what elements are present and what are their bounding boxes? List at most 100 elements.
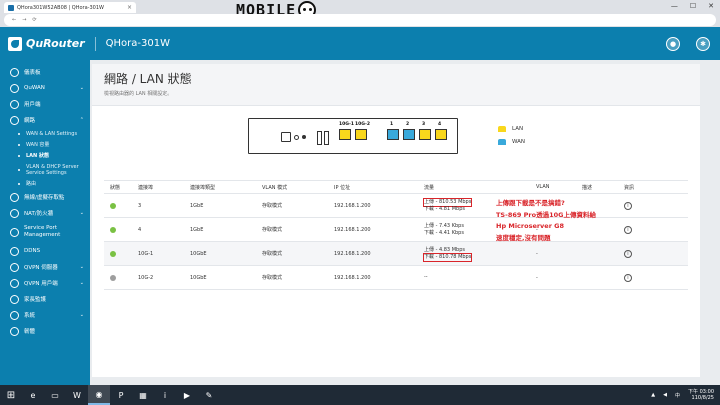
upload-rate: 上傳 - 4.83 Mbps xyxy=(424,246,465,253)
sidebar-subitem-label: LAN 狀態 xyxy=(26,153,49,159)
port-2[interactable] xyxy=(403,129,415,140)
sidebar-item-nat-firewall[interactable]: NAT/防火牆 ⌄ xyxy=(0,205,90,221)
sidebar-subitem-wan-capacity[interactable]: WAN 容量 xyxy=(0,139,90,150)
legend-label: LAN xyxy=(512,126,524,132)
port-10g2[interactable] xyxy=(355,129,367,140)
page-header: 網路 / LAN 狀態 檢視路由器的 LAN 相關設定。 xyxy=(92,64,700,106)
sidebar-subitem-routing[interactable]: 路由 xyxy=(0,178,90,189)
sidebar-item-system[interactable]: 系統 ⌄ xyxy=(0,307,90,323)
sidebar-item-dashboard[interactable]: 儀表板 xyxy=(0,64,90,80)
port-4[interactable] xyxy=(435,129,447,140)
sidebar-item-parental[interactable]: 家長監護 xyxy=(0,291,90,307)
red-annotation: 上傳跟下載是不是搞錯? TS-869 Pro透過10G上傳資料給 Hp Micr… xyxy=(496,198,596,244)
explorer-icon[interactable]: ▭ xyxy=(44,385,66,405)
network-icon[interactable]: ▲ xyxy=(651,392,655,398)
wifi-icon xyxy=(10,192,19,202)
system-tray: ▲ ◀ 中 下午 03:00 110/8/25 xyxy=(651,389,720,401)
header-divider xyxy=(94,36,96,51)
sidebar-item-label: 網路 xyxy=(24,118,36,124)
tab-close-icon[interactable]: × xyxy=(127,4,132,11)
sidebar-item-quwan[interactable]: QuWAN ⌄ xyxy=(0,80,90,96)
clock[interactable]: 下午 03:00 110/8/25 xyxy=(688,389,714,401)
col-status: 狀態 xyxy=(110,184,121,191)
sidebar-item-qvpn-client[interactable]: QVPN 用戶端 ⌄ xyxy=(0,275,90,291)
legend-lan: LAN xyxy=(498,126,525,132)
address-bar[interactable]: ← → ⟳ xyxy=(4,14,716,26)
port-label-10g2: 10G-2 xyxy=(355,122,370,127)
chrome-icon[interactable]: ◉ xyxy=(88,385,110,405)
back-icon[interactable]: ← xyxy=(12,17,16,23)
col-description: 描述 xyxy=(582,184,593,191)
sidebar-subitem-vlan-dhcp[interactable]: VLAN & DHCP Server Service Settings xyxy=(0,161,90,178)
port-3[interactable] xyxy=(419,129,431,140)
start-button[interactable]: ⊞ xyxy=(0,385,22,405)
sidebar-item-network[interactable]: 網路 ⌃ xyxy=(0,112,90,128)
power-port-icon xyxy=(281,132,291,142)
sidebar-item-ddns[interactable]: DDNS xyxy=(0,243,90,259)
qurouter-logo-icon xyxy=(8,36,22,51)
status-dot-icon xyxy=(110,226,116,233)
info-icon[interactable]: i xyxy=(624,249,632,258)
sidebar-item-clients[interactable]: 用戶端 xyxy=(0,96,90,112)
paint-icon[interactable]: ✎ xyxy=(198,385,220,405)
app-icon[interactable]: ▦ xyxy=(132,385,154,405)
forward-icon[interactable]: → xyxy=(22,17,26,23)
header-actions: ● ✱ xyxy=(666,36,710,51)
ilo-icon[interactable]: i xyxy=(154,385,176,405)
upload-rate: 上傳 - 7.43 Kbps xyxy=(424,222,464,229)
legend-label: WAN xyxy=(512,139,526,145)
sidebar-item-service-port[interactable]: Service Port Management xyxy=(0,221,90,243)
lan-swatch-icon xyxy=(498,126,506,132)
sidebar-item-qvpn-server[interactable]: QVPN 伺服器 ⌄ xyxy=(0,259,90,275)
chevron-down-icon: ⌄ xyxy=(79,85,84,91)
volume-icon[interactable]: ◀ xyxy=(663,392,667,398)
page-subtitle: 檢視路由器的 LAN 相關設定。 xyxy=(104,91,173,97)
brand-logo[interactable]: QuRouter xyxy=(8,36,85,51)
usb-port-icon xyxy=(317,131,322,145)
sidebar: 儀表板 QuWAN ⌄ 用戶端 網路 ⌃ WAN & LAN Settings … xyxy=(0,60,90,385)
user-icon[interactable]: ● xyxy=(666,36,680,51)
clients-icon xyxy=(10,99,19,109)
sidebar-item-label: Service Port Management xyxy=(24,225,61,238)
input-language[interactable]: 中 xyxy=(675,392,680,399)
media-icon[interactable]: ▶ xyxy=(176,385,198,405)
info-icon[interactable]: i xyxy=(624,225,632,234)
sidebar-item-firmware[interactable]: 韌體 xyxy=(0,323,90,339)
col-ip: IP 位址 xyxy=(334,184,351,191)
status-cell xyxy=(104,202,138,209)
vpn-server-icon xyxy=(10,262,19,272)
word-icon[interactable]: W xyxy=(66,385,88,405)
col-vlan: VLAN xyxy=(536,184,550,190)
sidebar-item-label: QVPN 伺服器 xyxy=(24,265,58,271)
browser-tab[interactable]: QHora301W52AB08 | QHora-301W × xyxy=(4,2,136,13)
info-cell: i xyxy=(624,225,684,234)
maximize-button[interactable]: ☐ xyxy=(690,2,696,10)
sidebar-item-wireless[interactable]: 無線/虛擬存取點 xyxy=(0,189,90,205)
type-cell: 10GbE xyxy=(190,250,207,257)
sidebar-subitem-wan-lan[interactable]: WAN & LAN Settings xyxy=(0,128,90,139)
sidebar-item-label: QVPN 用戶端 xyxy=(24,281,58,287)
reload-icon[interactable]: ⟳ xyxy=(32,17,36,23)
type-cell: 10GbE xyxy=(190,274,207,281)
port-1[interactable] xyxy=(387,129,399,140)
close-window-button[interactable]: ✕ xyxy=(708,2,714,10)
status-cell xyxy=(104,226,138,233)
info-icon[interactable]: i xyxy=(624,201,632,210)
ie-icon[interactable]: e xyxy=(22,385,44,405)
windows-taskbar: ⊞ e ▭ W ◉ P ▦ i ▶ ✎ ▲ ◀ 中 下午 03:00 110/8… xyxy=(0,385,720,405)
brand-name: QuRouter xyxy=(26,37,85,50)
sidebar-subitem-lan-status[interactable]: LAN 狀態 xyxy=(0,150,90,161)
port-10g1[interactable] xyxy=(339,129,351,140)
ip-cell: 192.168.1.200 xyxy=(334,202,371,209)
dashboard-icon xyxy=(10,67,19,77)
vlan-mode-cell: 存取模式 xyxy=(262,203,283,209)
gear-icon[interactable]: ✱ xyxy=(696,36,710,51)
photoshop-icon[interactable]: P xyxy=(110,385,132,405)
usb-port-icon xyxy=(324,131,329,145)
minimize-button[interactable]: — xyxy=(671,2,678,10)
sidebar-subitem-label: WAN 容量 xyxy=(26,142,50,148)
window-controls: — ☐ ✕ xyxy=(671,2,714,10)
info-icon[interactable]: i xyxy=(624,273,632,282)
chevron-down-icon: ⌄ xyxy=(79,264,84,270)
sidebar-item-label: DDNS xyxy=(24,248,41,254)
